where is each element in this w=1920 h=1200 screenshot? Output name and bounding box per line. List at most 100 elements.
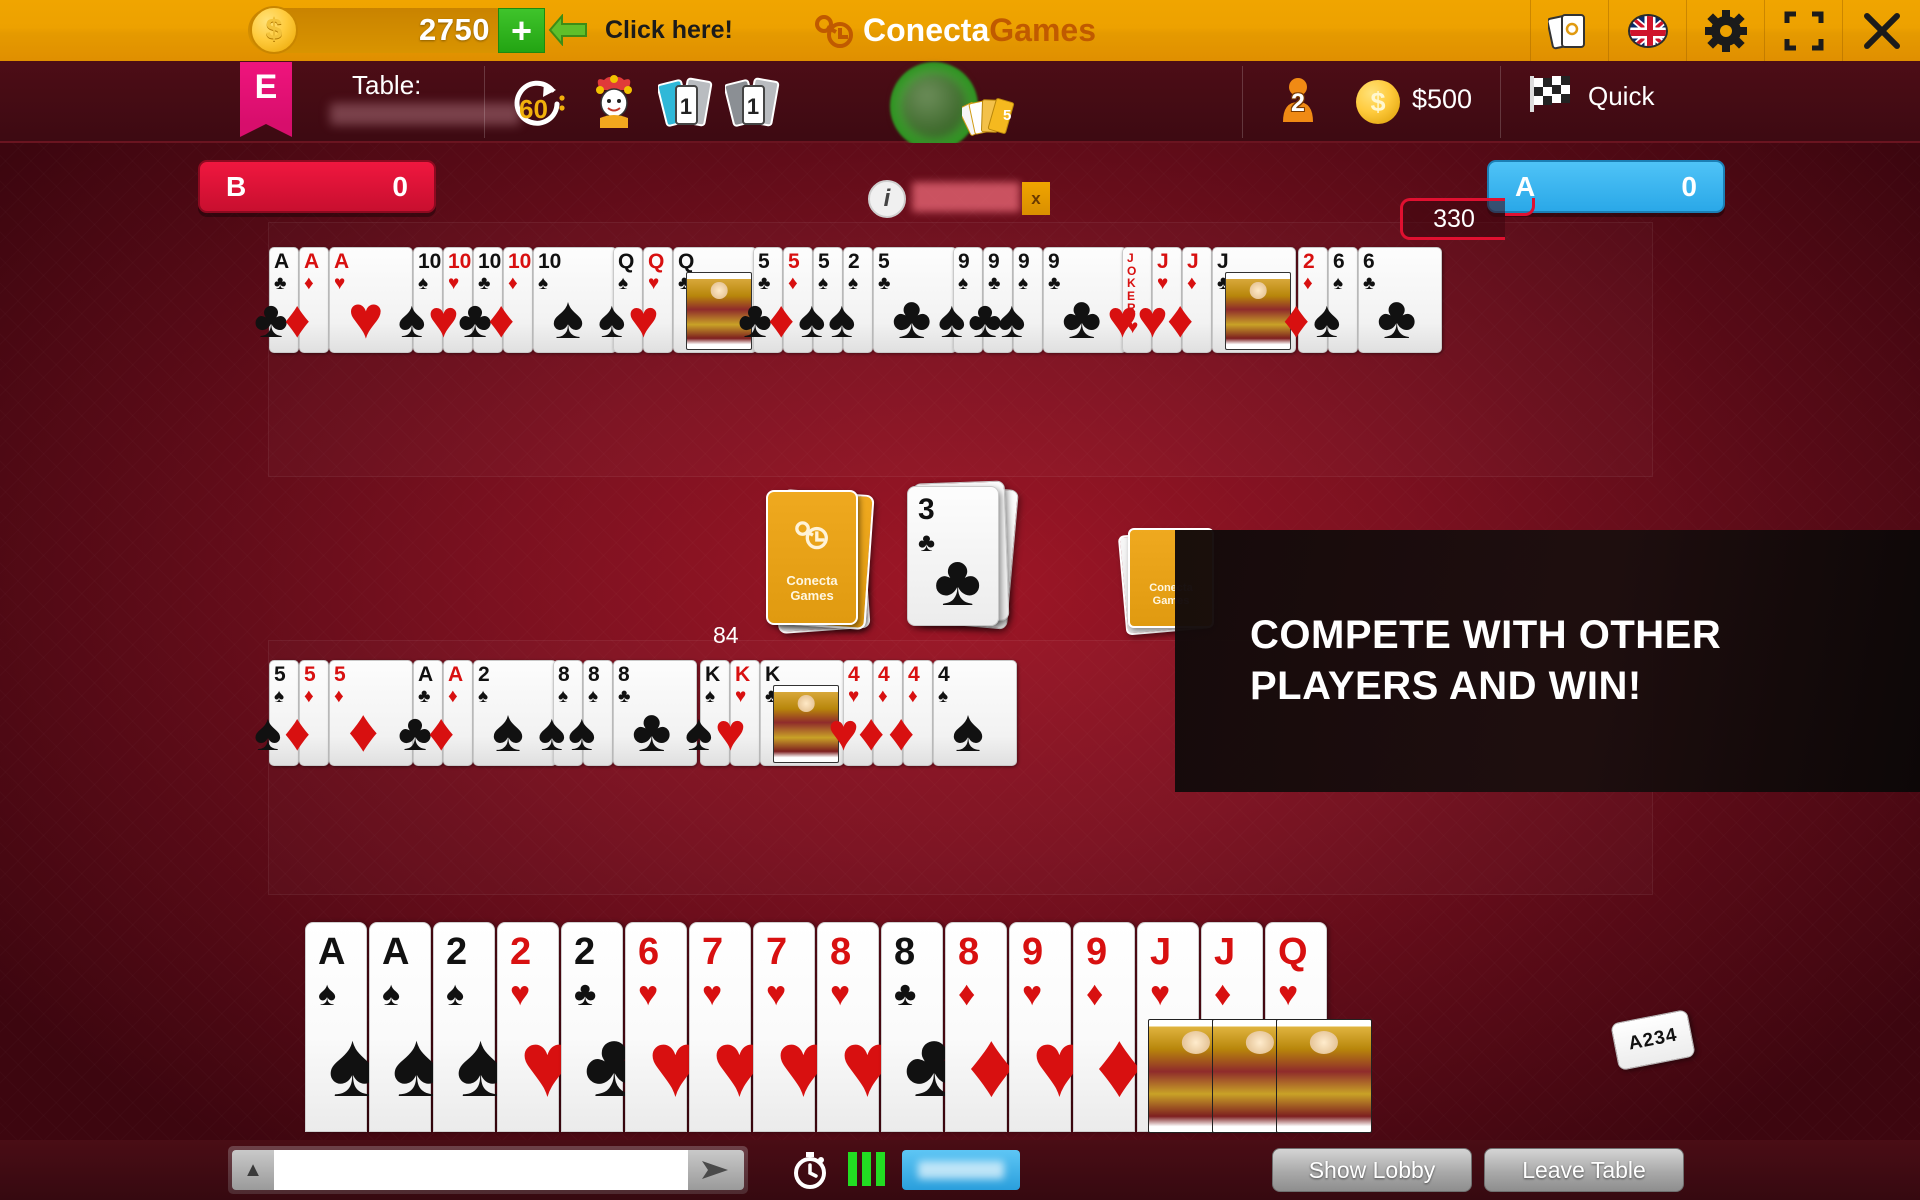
meld-card[interactable]: 6 ♣ ♣ <box>1358 247 1442 353</box>
meld-card[interactable]: Q ♥ ♥ <box>628 247 673 353</box>
meld-group[interactable]: 5 ♣ ♣ 5 ♦ ♦ 5 ♠ ♠ 2 ♠ ♠ 5 ♣ ♣ <box>738 247 957 353</box>
chat-input[interactable] <box>274 1150 688 1190</box>
player-hand[interactable]: A ♠ ♠ A ♠ ♠ 2 ♠ ♠ 2 ♥ ♥ 2 ♣ ♣ 6 ♥ ♥ 7 ♥ ♥ 7 ♥ ♥ 8 ♥ ♥ 8 ♣ ♣ 8 ♦ ♦ 9 ♥ ♥ 9 ♦ ♦ J… <box>305 922 1372 1133</box>
discard-rank: 3 <box>918 493 935 526</box>
meld-group[interactable]: JOKER ♥ ♥ J ♥ ♥ J ♦ ♦ J ♣ <box>1107 247 1296 353</box>
meld-card[interactable]: 4 ♦ ♦ <box>888 660 933 766</box>
card-suit-partial: ♦ <box>284 294 311 346</box>
hand-card[interactable]: 7 ♥ ♥ <box>753 922 831 1132</box>
add-coins-button[interactable]: + <box>498 8 545 53</box>
meld-group[interactable]: A ♣ ♣ A ♦ ♦ 2 ♠ ♠ <box>398 660 557 766</box>
meld-card[interactable]: J ♦ ♦ <box>1167 247 1212 353</box>
uk-flag-icon[interactable] <box>1608 0 1686 61</box>
meld-group[interactable]: A ♣ ♣ A ♦ ♦ A ♥ ♥ <box>254 247 413 353</box>
meld-group[interactable]: Q ♠ ♠ Q ♥ ♥ Q ♣ <box>598 247 757 353</box>
meld-group[interactable]: 5 ♠ ♠ 5 ♦ ♦ 5 ♦ ♦ <box>254 660 413 766</box>
card-rank: J <box>1157 250 1169 273</box>
chevron-up-icon[interactable]: ▲ <box>232 1150 274 1190</box>
close-player-icon[interactable]: x <box>1022 182 1050 215</box>
card-rank: 9 <box>1048 250 1060 273</box>
card-suit-partial: ♣ <box>968 294 1003 346</box>
signal-bars-icon <box>848 1152 885 1186</box>
card-suit-small: ♣ <box>418 686 431 707</box>
fullscreen-icon[interactable] <box>1764 0 1842 61</box>
active-player-avatar[interactable]: 5 <box>890 62 1015 150</box>
card-suit-small: ♥ <box>334 273 346 294</box>
leave-table-button[interactable]: Leave Table <box>1484 1148 1684 1192</box>
card-rank: 5 <box>878 250 890 273</box>
draw-pile[interactable]: Conecta Games <box>760 486 875 635</box>
card-suit-partial: ♠ <box>1313 294 1341 346</box>
hand-card[interactable]: 8 ♦ ♦ <box>945 922 1015 1132</box>
meld-card[interactable]: 6 ♠ ♠ <box>1313 247 1358 353</box>
card-suit-small: ♥ <box>510 975 531 1013</box>
card-rank: 5 <box>304 663 316 686</box>
gear-icon[interactable] <box>1686 0 1764 61</box>
card-suit-partial: ♠ <box>538 707 566 759</box>
meld-group[interactable]: 4 ♥ ♥ 4 ♦ ♦ 4 ♦ ♦ 4 ♠ ♠ <box>828 660 1017 766</box>
status-badge[interactable] <box>902 1150 1020 1190</box>
hand-card[interactable]: A ♠ ♠ <box>305 922 377 1132</box>
meld-group[interactable]: 8 ♠ ♠ 8 ♠ ♠ 8 ♣ ♣ <box>538 660 697 766</box>
card-rank: Q <box>648 250 665 273</box>
hand-card[interactable]: 8 ♣ ♣ <box>881 922 964 1132</box>
stopwatch-icon[interactable] <box>790 1150 830 1190</box>
show-lobby-button[interactable]: Show Lobby <box>1272 1148 1472 1192</box>
cards-icon[interactable] <box>1530 0 1608 61</box>
hand-card[interactable]: J ♥ <box>1137 922 1244 1133</box>
meld-card[interactable]: 10 ♦ ♦ <box>488 247 533 353</box>
card-rank: 8 <box>830 931 852 973</box>
hand-card[interactable]: 7 ♥ ♥ <box>689 922 767 1132</box>
hand-card[interactable]: 6 ♥ ♥ <box>625 922 703 1132</box>
card-face-image <box>1276 1019 1372 1133</box>
card-suit-small: ♠ <box>558 686 569 707</box>
hand-card[interactable]: 8 ♥ ♥ <box>817 922 895 1132</box>
meld-group[interactable]: 9 ♠ ♠ 9 ♣ ♣ 9 ♠ ♠ 9 ♣ ♣ <box>938 247 1127 353</box>
card-suit-small: ♦ <box>1303 273 1313 294</box>
discard-pile[interactable]: 3 ♣ ♣ <box>905 480 1019 635</box>
meld-card[interactable]: 4 ♠ ♠ <box>933 660 1017 766</box>
hand-card[interactable]: 2 ♠ ♠ <box>433 922 505 1132</box>
meld-card[interactable]: 8 ♠ ♠ <box>568 660 613 766</box>
meld-card[interactable]: K ♥ ♥ <box>715 660 760 766</box>
meld-card[interactable]: 5 ♦ ♦ <box>284 660 329 766</box>
meld-group[interactable]: 2 ♦ ♦ 6 ♠ ♠ 6 ♣ ♣ <box>1283 247 1442 353</box>
quick-button[interactable]: Quick <box>1528 74 1654 119</box>
hand-card[interactable]: 2 ♥ ♥ <box>497 922 575 1132</box>
card-suit-large: ♣ <box>1062 284 1102 351</box>
card-suit-partial: ♥ <box>828 707 859 759</box>
card-rank: 10 <box>418 250 442 273</box>
promo-banner[interactable]: COMPETE WITH OTHER PLAYERS AND WIN! <box>1175 530 1920 792</box>
money-coin-icon: $ <box>1356 80 1400 124</box>
card-suit-large: ♦ <box>1096 1014 1143 1116</box>
card-suit-small: ♣ <box>574 975 597 1013</box>
info-icon[interactable]: i <box>868 180 906 218</box>
hand-card[interactable]: 9 ♥ ♥ <box>1009 922 1087 1132</box>
chat-box[interactable]: ▲ <box>228 1146 748 1194</box>
meld-card[interactable]: A ♦ ♦ <box>428 660 473 766</box>
discard-top-card: 3 ♣ ♣ <box>907 486 999 626</box>
send-arrow-icon[interactable] <box>688 1150 744 1190</box>
meld-card[interactable]: 2 ♠ ♠ <box>828 247 873 353</box>
meld-group[interactable]: K ♠ ♠ K ♥ ♥ K ♣ <box>685 660 844 766</box>
turn-timer-icon: 60 <box>510 78 572 128</box>
card-rank: 10 <box>448 250 472 273</box>
card-rank: 8 <box>558 663 570 686</box>
deck-back-line2: Games <box>790 587 834 603</box>
meld-card[interactable]: A ♦ ♦ <box>284 247 329 353</box>
card-rank: J <box>1150 931 1172 973</box>
meld-group[interactable]: 10 ♠ ♠ 10 ♥ ♥ 10 ♣ ♣ 10 ♦ ♦ 10 ♠ ♠ <box>398 247 617 353</box>
hand-card[interactable]: A ♠ ♠ <box>369 922 441 1132</box>
click-here-label[interactable]: Click here! <box>605 16 733 45</box>
team-b-score-badge[interactable]: B 0 <box>198 160 436 213</box>
card-suit-small: ♠ <box>274 686 285 707</box>
card-fan-icon: 5 <box>958 94 1020 146</box>
hand-card[interactable]: 2 ♣ ♣ <box>561 922 644 1132</box>
card-suit-large: ♥ <box>348 284 384 351</box>
card-rank: 2 <box>478 663 490 686</box>
card-suit-small: ♣ <box>618 686 631 707</box>
card-suit-small: ♦ <box>304 273 314 294</box>
hand-card[interactable]: 9 ♦ ♦ <box>1073 922 1143 1132</box>
close-icon[interactable] <box>1842 0 1920 61</box>
meld-card[interactable]: 9 ♠ ♠ <box>998 247 1043 353</box>
